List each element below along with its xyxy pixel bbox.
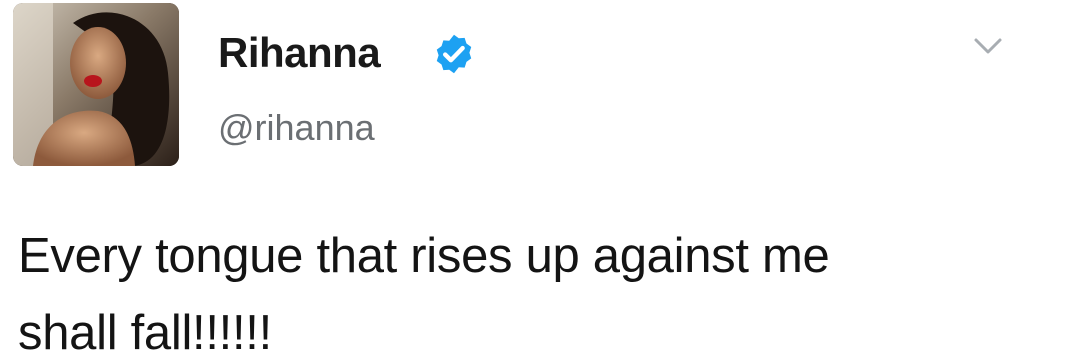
user-handle[interactable]: @rihanna — [218, 110, 375, 146]
verified-badge-icon — [436, 34, 472, 74]
tweet-text-line: Every tongue that rises up against me — [18, 229, 830, 283]
tweet-card: Rihanna @rihanna Every tongue that rises… — [0, 0, 1078, 359]
chevron-down-icon[interactable] — [970, 34, 1006, 58]
tweet-text-line: shall fall!!!!!! — [18, 306, 272, 359]
display-name[interactable]: Rihanna — [218, 32, 381, 74]
avatar[interactable] — [13, 3, 179, 166]
profile-photo-icon — [13, 3, 179, 166]
tweet-text: Every tongue that rises up against me sh… — [18, 218, 1068, 359]
